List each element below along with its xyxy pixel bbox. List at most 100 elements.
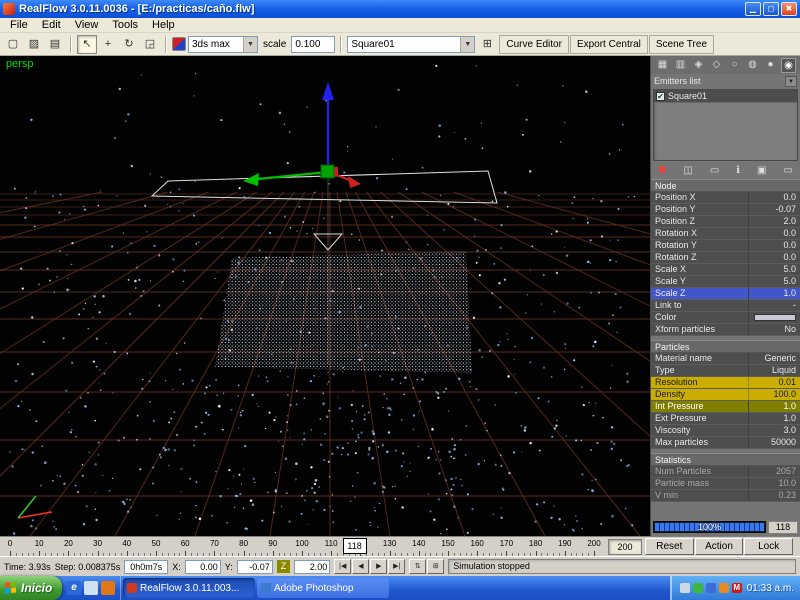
gizmo-center-cube[interactable]: [320, 164, 335, 179]
reset-button[interactable]: Reset: [645, 538, 694, 555]
media-player-icon[interactable]: [101, 581, 115, 595]
timeline-ruler[interactable]: 0102030405060708090100110120130140150160…: [0, 537, 606, 557]
emitter-checkbox[interactable]: ✔: [656, 91, 665, 101]
property-row[interactable]: Link to -: [651, 300, 800, 312]
emitter-list-item[interactable]: ✔ Square01: [654, 90, 797, 103]
preset-combobox[interactable]: 3ds max ▼: [188, 35, 258, 53]
property-row[interactable]: Rotation Z 0.0: [651, 252, 800, 264]
property-value[interactable]: -: [748, 300, 800, 311]
property-value[interactable]: 5.0: [748, 264, 800, 275]
property-row[interactable]: Type Liquid: [651, 365, 800, 377]
property-value[interactable]: 2057: [748, 466, 800, 477]
restore-button[interactable]: ◻: [763, 2, 779, 16]
color-swatch[interactable]: [754, 314, 796, 322]
property-value[interactable]: 1.0: [748, 413, 800, 424]
property-value[interactable]: 2.0: [748, 216, 800, 227]
y-input[interactable]: -0.07: [236, 559, 273, 574]
titlebar[interactable]: RealFlow 3.0.11.0036 - [E:/practicas/cañ…: [0, 0, 800, 18]
task-button[interactable]: Adobe Photoshop: [257, 578, 389, 598]
property-value[interactable]: 0.0: [748, 240, 800, 251]
property-row[interactable]: Scale X 5.0: [651, 264, 800, 276]
property-value[interactable]: 10.0: [748, 478, 800, 489]
property-row[interactable]: Num Particles 2057: [651, 466, 800, 478]
z-input[interactable]: 2.00: [294, 559, 331, 574]
panel-tab-icon[interactable]: ○: [727, 58, 742, 73]
property-value[interactable]: Generic: [748, 353, 800, 364]
panel-tab-icon[interactable]: ◇: [709, 58, 724, 73]
property-row[interactable]: Position Y -0.07: [651, 204, 800, 216]
property-value[interactable]: 1.0: [748, 288, 800, 299]
property-row[interactable]: Xform particles No: [651, 324, 800, 336]
panel-tab-icon[interactable]: ▥: [673, 58, 688, 73]
statistics-section-header[interactable]: Statistics: [651, 453, 800, 466]
property-row[interactable]: Rotation Y 0.0: [651, 240, 800, 252]
internet-explorer-icon[interactable]: e: [67, 581, 81, 595]
tray-blue-icon[interactable]: [705, 583, 716, 593]
menu-edit[interactable]: Edit: [35, 19, 68, 31]
x-input[interactable]: 0.00: [184, 559, 221, 574]
property-value[interactable]: 0.01: [748, 377, 800, 388]
property-row[interactable]: Color: [651, 312, 800, 324]
viewport-canvas[interactable]: [0, 56, 650, 536]
select-tool-icon[interactable]: ↖: [77, 34, 97, 54]
property-row[interactable]: Scale Y 5.0: [651, 276, 800, 288]
playback-button-3[interactable]: ▶|: [388, 559, 406, 574]
property-value[interactable]: 0.0: [748, 228, 800, 239]
property-row[interactable]: Rotation X 0.0: [651, 228, 800, 240]
viewport-3d[interactable]: persp: [0, 56, 650, 536]
move-tool-icon[interactable]: +: [98, 35, 118, 54]
new-file-icon[interactable]: ▢: [3, 35, 23, 54]
property-row[interactable]: Ext Pressure 1.0: [651, 413, 800, 425]
lock-button[interactable]: Lock: [744, 538, 794, 555]
panel-tab-icon[interactable]: ◉: [781, 57, 796, 73]
save-file-icon[interactable]: ▤: [45, 35, 65, 54]
panel-tab-icon[interactable]: ◈: [691, 58, 706, 73]
property-value[interactable]: 0.23: [748, 490, 800, 501]
property-row[interactable]: Material name Generic: [651, 353, 800, 365]
delete-emitter-icon[interactable]: ✖: [658, 165, 666, 176]
emitters-list[interactable]: ✔ Square01: [653, 89, 798, 161]
task-button[interactable]: RealFlow 3.0.11.003...: [123, 578, 255, 598]
playback-button-0[interactable]: |◀: [334, 559, 352, 574]
menu-help[interactable]: Help: [145, 19, 182, 31]
property-row[interactable]: Max particles 50000: [651, 437, 800, 449]
tray-orange-icon[interactable]: [718, 583, 729, 593]
property-value[interactable]: 3.0: [748, 425, 800, 436]
action-button[interactable]: Action: [694, 538, 744, 555]
property-row[interactable]: Resolution 0.01: [651, 377, 800, 389]
property-row[interactable]: Density 100.0: [651, 389, 800, 401]
property-row[interactable]: Scale Z 1.0: [651, 288, 800, 300]
panel-tab-icon[interactable]: ●: [763, 58, 778, 73]
tray-mcafee-icon[interactable]: M: [731, 583, 742, 593]
curve-editor-button[interactable]: Curve Editor: [499, 34, 569, 54]
property-value[interactable]: 0.0: [748, 252, 800, 263]
menu-view[interactable]: View: [68, 19, 106, 31]
property-value[interactable]: 5.0: [748, 276, 800, 287]
minimize-button[interactable]: ▁: [745, 2, 761, 16]
property-value[interactable]: 50000: [748, 437, 800, 448]
property-value[interactable]: No: [748, 324, 800, 335]
show-desktop-icon[interactable]: [84, 581, 98, 595]
display-mode-3-icon[interactable]: ▣: [757, 165, 766, 176]
panel-tab-icon[interactable]: ◍: [745, 58, 760, 73]
scale-tool-icon[interactable]: ◲: [140, 35, 160, 54]
node-section-header[interactable]: Node: [651, 179, 800, 192]
panel-tab-icon[interactable]: ▦: [655, 58, 670, 73]
property-value[interactable]: 0.0: [748, 192, 800, 203]
gizmo-color-icon[interactable]: [172, 37, 186, 51]
playback-button-2[interactable]: ▶: [370, 559, 388, 574]
particles-section-header[interactable]: Particles: [651, 340, 800, 353]
menu-tools[interactable]: Tools: [105, 19, 145, 31]
scale-input[interactable]: 0.100: [291, 35, 336, 53]
playback-button-1[interactable]: ◀: [352, 559, 370, 574]
start-button[interactable]: Inicio: [0, 576, 62, 600]
close-button[interactable]: ✖: [781, 2, 797, 16]
property-row[interactable]: Position X 0.0: [651, 192, 800, 204]
display-mode-4-icon[interactable]: ▭: [783, 165, 792, 176]
property-row[interactable]: V min 0.23: [651, 490, 800, 502]
property-value[interactable]: Liquid: [748, 365, 800, 376]
property-row[interactable]: Int Pressure 1.0: [651, 401, 800, 413]
chevron-down-icon[interactable]: ▼: [460, 36, 475, 52]
scene-tree-button[interactable]: Scene Tree: [648, 34, 715, 54]
end-frame-box[interactable]: 200: [608, 538, 642, 555]
